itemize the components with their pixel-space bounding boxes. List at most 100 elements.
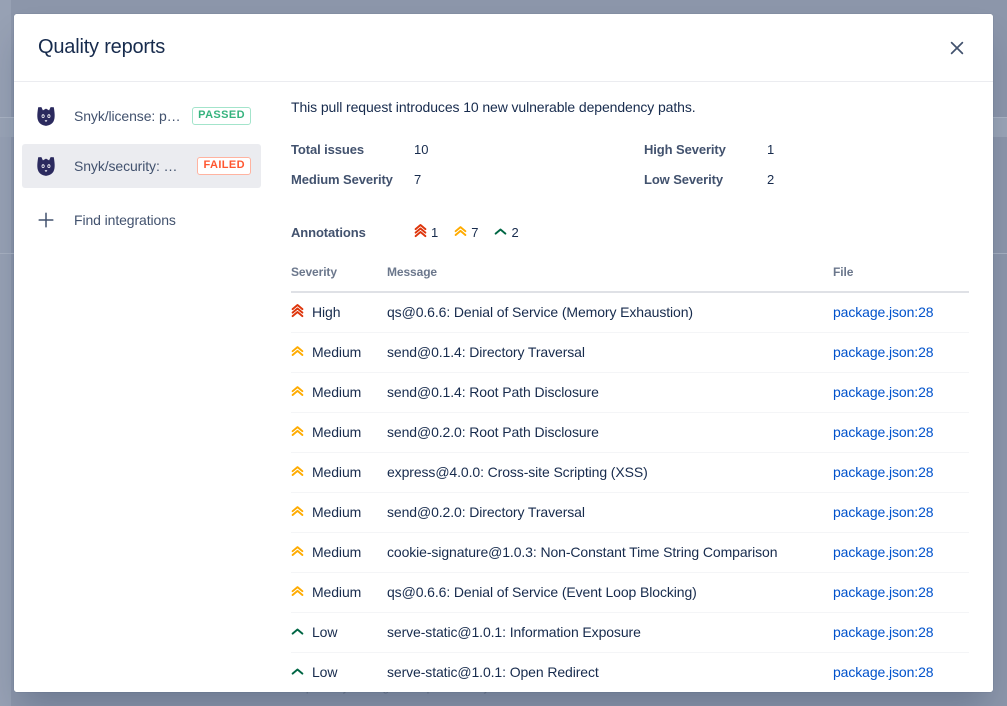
cell-message: serve-static@1.0.1: Open Redirect [387, 664, 599, 681]
cell-severity: Medium [291, 452, 387, 493]
severity-low-icon [494, 224, 507, 241]
cell-file: package.json:28 [833, 372, 969, 413]
severity-medium-icon [291, 424, 304, 441]
file-link[interactable]: package.json:28 [833, 464, 934, 480]
severity-medium-icon [291, 344, 304, 361]
annotation-count-low-value: 2 [511, 224, 519, 240]
annotations-summary: Annotations 1 7 2 [291, 221, 969, 243]
column-header-file: File [833, 265, 969, 293]
stat-label-high-severity: High Severity [644, 142, 726, 157]
cell-severity: Medium [291, 492, 387, 533]
table-row[interactable]: Low serve-static@1.0.1: Open Redirect pa… [291, 652, 969, 692]
file-link[interactable]: package.json:28 [833, 544, 934, 560]
severity-label: Medium [312, 504, 362, 520]
sidebar-item-snyk-license[interactable]: Snyk/license: p… PASSED [22, 94, 261, 138]
cell-file: package.json:28 [833, 652, 969, 692]
cell-file: package.json:28 [833, 492, 969, 533]
file-link[interactable]: package.json:28 [833, 424, 934, 440]
severity-label: Medium [312, 464, 362, 480]
file-link[interactable]: package.json:28 [833, 584, 934, 600]
close-button[interactable] [941, 32, 973, 64]
annotations-label: Annotations [291, 224, 366, 240]
severity-medium-icon [291, 504, 304, 521]
annotation-count-high-value: 1 [431, 224, 439, 240]
cell-severity: Low [291, 652, 387, 692]
table-row[interactable]: Low serve-static@1.0.1: Information Expo… [291, 612, 969, 653]
table-row[interactable]: Medium send@0.2.0: Root Path Disclosure … [291, 412, 969, 453]
severity-medium-icon [291, 584, 304, 601]
column-header-message: Message [387, 265, 833, 293]
table-row[interactable]: Medium send@0.1.4: Directory Traversal p… [291, 332, 969, 373]
severity-label: Medium [312, 584, 362, 600]
cell-severity: Medium [291, 532, 387, 573]
cell-message: qs@0.6.6: Denial of Service (Memory Exha… [387, 292, 833, 333]
table-row[interactable]: Medium send@0.2.0: Directory Traversal p… [291, 492, 969, 533]
file-link[interactable]: package.json:28 [833, 384, 934, 400]
severity-medium-icon [291, 384, 304, 401]
stat-label-medium-severity: Medium Severity [291, 172, 393, 187]
file-link[interactable]: package.json:28 [833, 664, 934, 680]
cell-message: qs@0.6.6: Denial of Service (Event Loop … [387, 572, 833, 613]
cell-message: serve-static@1.0.1: Information Exposure [387, 612, 833, 653]
cell-severity: Low [291, 612, 387, 653]
cell-message: cookie-signature@1.0.3: Non-Constant Tim… [387, 532, 833, 573]
cell-file: package.json:28 [833, 332, 969, 373]
stat-label-low-severity: Low Severity [644, 172, 723, 187]
quality-reports-modal: Quality reports Snyk/license: p… PASSED … [14, 14, 993, 692]
column-header-severity: Severity [291, 265, 387, 293]
annotation-count-medium-value: 7 [471, 224, 479, 240]
cell-file: package.json:28 [833, 452, 969, 493]
table-row[interactable]: Medium send@0.1.4: Root Path Disclosure … [291, 372, 969, 413]
status-badge: PASSED [192, 107, 251, 125]
table-row[interactable]: Medium qs@0.6.6: Denial of Service (Even… [291, 572, 969, 613]
plus-icon [34, 208, 58, 232]
stat-value-low-severity: 2 [767, 172, 775, 187]
file-link[interactable]: package.json:28 [833, 624, 934, 640]
sidebar-item-find-integrations[interactable]: Find integrations [22, 198, 261, 242]
cell-file: package.json:28 [833, 412, 969, 453]
severity-low-icon [291, 664, 304, 681]
sidebar-item-snyk-security[interactable]: Snyk/security: … FAILED [22, 144, 261, 188]
file-link[interactable]: package.json:28 [833, 504, 934, 520]
close-icon [950, 41, 964, 55]
severity-label: Medium [312, 344, 362, 360]
severity-medium-icon [291, 544, 304, 561]
cell-file: package.json:28 [833, 612, 969, 653]
cell-file: package.json:28 [833, 532, 969, 573]
backdrop-left-rail [0, 0, 11, 706]
report-summary-text: This pull request introduces 10 new vuln… [291, 99, 696, 115]
report-content[interactable]: This pull request introduces 10 new vuln… [269, 82, 993, 692]
table-row[interactable]: Medium express@4.0.0: Cross-site Scripti… [291, 452, 969, 493]
stat-value-medium-severity: 7 [414, 172, 422, 187]
cell-severity: Medium [291, 412, 387, 453]
cell-file: package.json:28 [833, 572, 969, 613]
cell-message: send@0.2.0: Root Path Disclosure [387, 412, 833, 453]
table-row[interactable]: Medium cookie-signature@1.0.3: Non-Const… [291, 532, 969, 573]
modal-body: Snyk/license: p… PASSED Snyk/security: …… [14, 82, 993, 692]
severity-label: Low [312, 624, 338, 640]
severity-high-icon [414, 223, 427, 241]
stat-value-high-severity: 1 [767, 142, 775, 157]
file-link[interactable]: package.json:28 [833, 304, 934, 320]
snyk-logo-icon [34, 104, 58, 128]
cell-message: express@4.0.0: Cross-site Scripting (XSS… [387, 452, 833, 493]
snyk-logo-icon [34, 154, 58, 178]
page-title: Quality reports [38, 36, 166, 58]
severity-medium-icon [291, 464, 304, 481]
severity-label: Medium [312, 544, 362, 560]
file-link[interactable]: package.json:28 [833, 344, 934, 360]
cell-severity: Medium [291, 332, 387, 373]
stat-label-total-issues: Total issues [291, 142, 364, 157]
severity-high-icon [291, 303, 304, 321]
sidebar-item-label: Snyk/security: … [74, 158, 178, 174]
annotation-count-medium: 7 [454, 224, 478, 241]
cell-severity: Medium [291, 372, 387, 413]
cell-file: package.json:28 [833, 292, 969, 333]
severity-label: Low [312, 664, 338, 681]
cell-severity: High [291, 292, 387, 333]
table-header-row: Severity Message File [291, 265, 969, 293]
table-row[interactable]: High qs@0.6.6: Denial of Service (Memory… [291, 292, 969, 333]
severity-stats: Total issues 10 High Severity 1 Medium S… [291, 135, 969, 195]
cell-message: send@0.1.4: Directory Traversal [387, 332, 833, 373]
issues-table: Severity Message File High qs@0.6.6: Den… [291, 265, 969, 692]
